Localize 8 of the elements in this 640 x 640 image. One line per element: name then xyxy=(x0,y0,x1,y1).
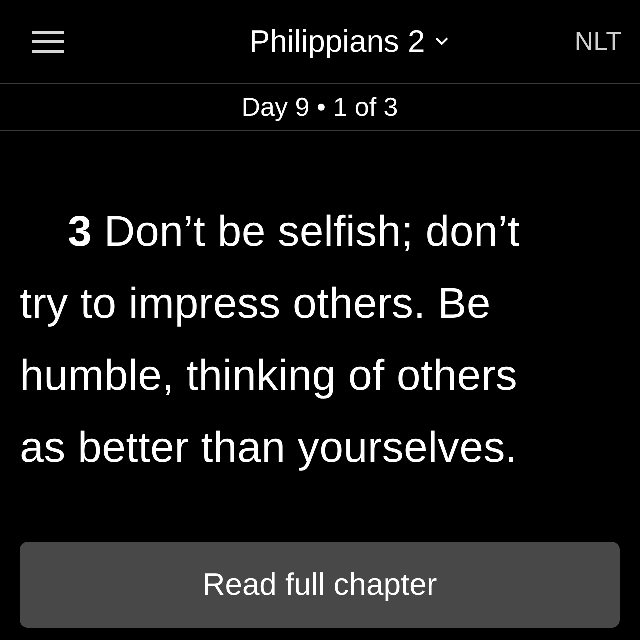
reading-plan-day: Day 9 • 1 of 3 xyxy=(242,92,398,122)
menu-button[interactable] xyxy=(32,28,64,54)
chevron-down-icon xyxy=(435,37,450,46)
read-chapter-button[interactable]: Read full chapter xyxy=(20,542,620,628)
verse-text: 3 Don’t be selfish; don’t try to impress others. Be humble, thinking of others as better than yourselves. xyxy=(20,206,521,474)
version-button[interactable]: NLT xyxy=(574,26,622,57)
menu-icon xyxy=(32,30,64,52)
chapter-selector[interactable]: Philippians 2 xyxy=(250,24,450,60)
